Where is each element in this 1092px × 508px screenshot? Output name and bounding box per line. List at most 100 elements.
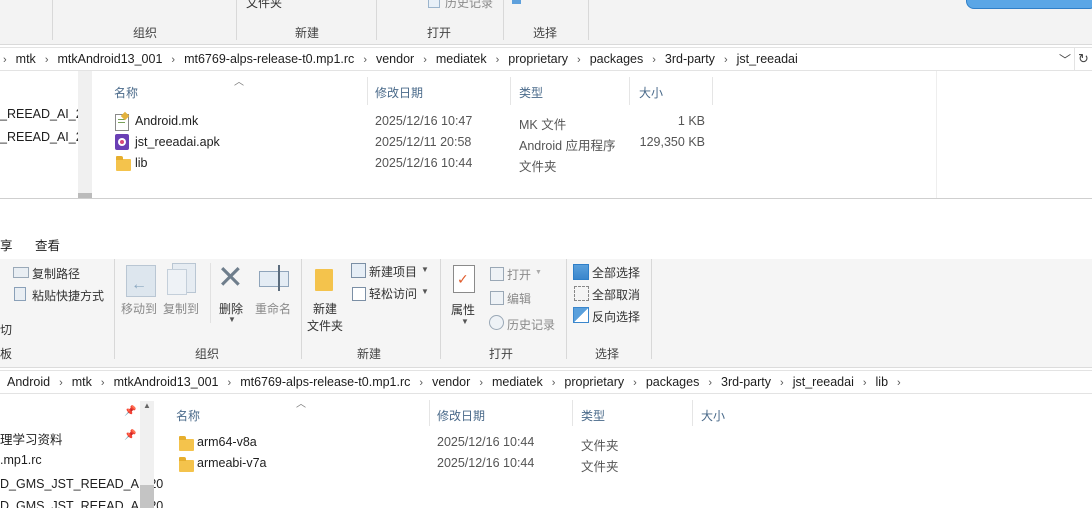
nav-item[interactable]: 理学习资料 [0, 429, 63, 448]
breadcrumb-item[interactable]: Android [7, 371, 50, 393]
column-header-date[interactable]: 修改日期 [437, 407, 485, 424]
move-to-button[interactable]: 移动到 [121, 300, 157, 317]
invert-selection-button[interactable]: 反向选择 [592, 308, 640, 325]
group-label-organize: 组织 [195, 347, 220, 361]
file-type: 文件夹 [581, 460, 619, 474]
select-all-icon [573, 264, 589, 280]
folder-icon [179, 457, 194, 472]
group-label-organize: 组织 [133, 26, 158, 40]
tab-share[interactable]: 享 [0, 235, 13, 254]
breadcrumb-item[interactable]: 3rd-party [721, 371, 771, 393]
file-date: 2025/12/16 10:44 [437, 456, 535, 470]
breadcrumb-item[interactable]: mtkAndroid13_001 [57, 48, 162, 70]
bottom-address-bar[interactable]: Android › mtk › mtkAndroid13_001 › mt6769-alps… [0, 370, 1092, 394]
pin-icon[interactable]: 📌 [124, 430, 136, 441]
nav-scroll-thumb[interactable] [140, 485, 154, 508]
refresh-icon[interactable]: ↻ [1078, 51, 1089, 67]
breadcrumb-item[interactable]: vendor [376, 48, 414, 70]
breadcrumb-item[interactable]: mt6769-alps-release-t0.mp1.rc [240, 371, 410, 393]
pin-icon[interactable]: 📌 [124, 406, 136, 417]
top-file-list: ︿ 名称 修改日期 类型 大小 Android.mk 2025/12/16 10… [92, 71, 1092, 198]
nav-item[interactable]: D_GMS_JST_REEAD_AI_20 [0, 477, 163, 491]
breadcrumb-item[interactable]: lib [876, 371, 889, 393]
column-header-date[interactable]: 修改日期 [375, 84, 423, 101]
history-icon [489, 315, 504, 330]
search-box-partial[interactable] [966, 0, 1092, 9]
apk-file-icon [115, 134, 129, 150]
breadcrumb-item[interactable]: jst_reeadai [737, 48, 798, 70]
easy-access-button[interactable]: 轻松访问 [369, 285, 417, 302]
copy-path-button[interactable]: 复制路径 [32, 265, 80, 282]
invert-selection-icon [573, 307, 589, 323]
rename-button[interactable]: 重命名 [255, 300, 291, 317]
folder-icon [116, 156, 131, 171]
properties-button[interactable]: 属性 [451, 301, 475, 318]
nav-item[interactable]: _REEAD_AI_20 [0, 130, 90, 144]
new-folder-button-line1[interactable]: 新建 [313, 300, 337, 317]
ribbon-new-folder-partial[interactable]: 文件夹 [246, 0, 282, 11]
mk-file-icon [115, 111, 130, 131]
file-row[interactable]: armeabi-v7a 2025/12/16 10:44 文件夹 [174, 454, 774, 475]
breadcrumb-item[interactable]: jst_reeadai [793, 371, 854, 393]
column-header-size[interactable]: 大小 [639, 84, 663, 101]
tab-view[interactable]: 查看 [35, 235, 60, 254]
edit-button[interactable]: 编辑 [507, 290, 531, 307]
new-folder-icon [315, 269, 333, 291]
file-name: arm64-v8a [197, 435, 257, 449]
file-row[interactable]: jst_reeadai.apk 2025/12/11 20:58 Android… [112, 133, 712, 154]
top-explorer-window: 文件夹 历史记录 组织 新建 打开 选择 › mtk › mtkAndroid13_0… [0, 0, 1092, 198]
new-item-button[interactable]: 新建项目 [369, 263, 417, 280]
top-address-bar[interactable]: › mtk › mtkAndroid13_001 › mt6769-alps-releas… [0, 47, 1092, 71]
ribbon-history-partial[interactable]: 历史记录 [445, 0, 493, 11]
breadcrumb-item[interactable]: vendor [432, 371, 470, 393]
column-header-size[interactable]: 大小 [701, 407, 725, 424]
select-all-button[interactable]: 全部选择 [592, 264, 640, 281]
file-row[interactable]: Android.mk 2025/12/16 10:47 MK 文件 1 KB [112, 111, 712, 133]
properties-icon: ✓ [453, 265, 475, 293]
breadcrumb-item[interactable]: proprietary [564, 371, 624, 393]
breadcrumb-item[interactable]: mediatek [436, 48, 487, 70]
nav-scrollbar[interactable] [78, 71, 92, 198]
select-none-button[interactable]: 全部取消 [592, 286, 640, 303]
cut-label-partial[interactable]: 切 [0, 321, 12, 338]
chevron-down-icon: ▼ [461, 317, 469, 326]
file-type: MK 文件 [519, 118, 567, 132]
breadcrumb-item[interactable]: packages [590, 48, 644, 70]
column-header-name[interactable]: 名称 [176, 407, 200, 424]
new-folder-button-line2[interactable]: 文件夹 [307, 317, 343, 334]
breadcrumb-item[interactable]: packages [646, 371, 700, 393]
file-type: 文件夹 [581, 439, 619, 453]
copy-path-icon [13, 267, 29, 278]
nav-item[interactable]: _REEAD_AI_20 [0, 107, 90, 121]
nav-item[interactable]: .mp1.rc [0, 453, 42, 467]
column-header-name[interactable]: 名称 [114, 84, 138, 101]
breadcrumb-item[interactable]: proprietary [508, 48, 568, 70]
folder-icon [179, 436, 194, 451]
easy-access-icon [352, 287, 366, 301]
new-item-icon [351, 263, 366, 278]
column-header-type[interactable]: 类型 [519, 84, 543, 101]
history-button[interactable]: 历史记录 [507, 316, 555, 333]
breadcrumb-item[interactable]: mtk [72, 371, 92, 393]
open-button[interactable]: 打开 [507, 266, 531, 283]
copy-to-button[interactable]: 复制到 [163, 300, 199, 317]
breadcrumb-item[interactable]: mtk [16, 48, 36, 70]
breadcrumb-item[interactable]: mtkAndroid13_001 [114, 371, 219, 393]
paste-shortcut-button[interactable]: 粘贴快捷方式 [32, 287, 104, 304]
group-label-new: 新建 [357, 347, 382, 361]
paste-shortcut-icon [14, 287, 26, 301]
chevron-right-icon: › [3, 54, 7, 66]
breadcrumb-item[interactable]: 3rd-party [665, 48, 715, 70]
file-name: jst_reeadai.apk [135, 135, 220, 149]
breadcrumb-item[interactable]: mt6769-alps-release-t0.mp1.rc [184, 48, 354, 70]
breadcrumb-item[interactable]: mediatek [492, 371, 543, 393]
group-label-new: 新建 [295, 26, 320, 40]
file-row[interactable]: arm64-v8a 2025/12/16 10:44 文件夹 [174, 433, 774, 454]
scroll-up-icon[interactable]: ▲ [143, 401, 151, 410]
group-label-select: 选择 [533, 26, 558, 40]
file-row[interactable]: lib 2025/12/16 10:44 文件夹 [112, 154, 712, 175]
group-label-open: 打开 [489, 347, 514, 361]
chevron-down-icon[interactable]: ﹀ [1059, 51, 1071, 68]
chevron-down-icon: ▼ [535, 269, 542, 276]
column-header-type[interactable]: 类型 [581, 407, 605, 424]
